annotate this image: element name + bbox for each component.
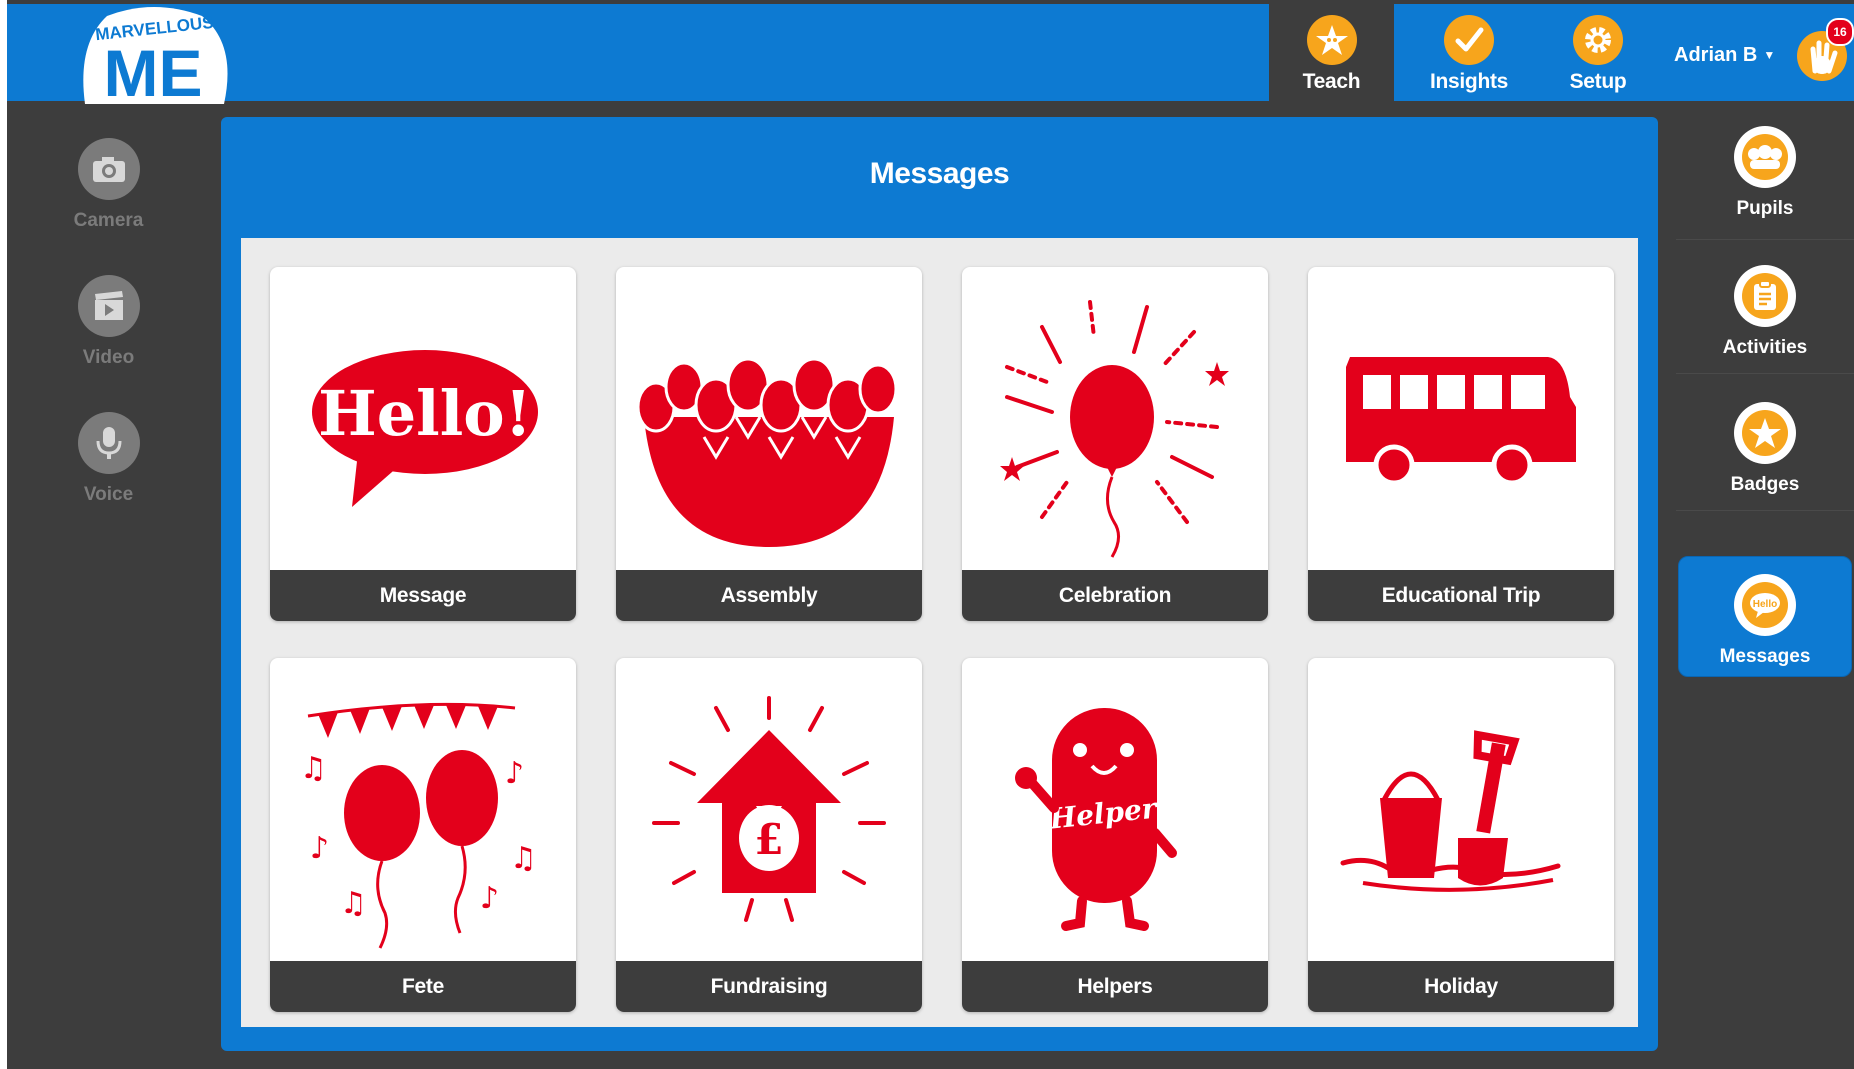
card-label: Holiday [1308, 961, 1614, 1012]
card-label: Assembly [616, 570, 922, 621]
user-name-dropdown[interactable]: Adrian B ▼ [1674, 44, 1775, 67]
celebration-balloon-icon [1000, 300, 1229, 558]
svg-text:♪: ♪ [310, 831, 329, 866]
chevron-down-icon: ▼ [1763, 48, 1776, 62]
svg-text:♫: ♫ [300, 751, 327, 786]
sidebar-item-activities[interactable]: Activities [1676, 265, 1854, 374]
hello-speech-bubble-icon: Hello! [312, 350, 538, 507]
sidebar-item-label: Video [82, 347, 135, 368]
page-edge [0, 0, 7, 1069]
nav-teach[interactable]: Teach [1269, 4, 1394, 101]
card-fete[interactable]: ♫ ♪ ♪ ♫ ♫ ♪ Fete [270, 658, 576, 1012]
messages-panel: Messages Hello! Message Assembly Celebra… [221, 117, 1658, 1051]
badge-icon [1734, 402, 1796, 464]
sidebar-item-label: Pupils [1736, 198, 1794, 219]
video-icon [77, 275, 140, 337]
assembly-crowd-icon [636, 357, 898, 547]
bucket-spade-icon [1340, 730, 1561, 892]
gear-icon [1573, 15, 1623, 65]
svg-text:ME: ME [104, 36, 203, 104]
card-label: Fete [270, 961, 576, 1012]
card-educational-trip[interactable]: Educational Trip [1308, 267, 1614, 621]
card-fundraising[interactable]: £ Fundraising [616, 658, 922, 1012]
svg-text:♫: ♫ [510, 841, 537, 876]
card-label: Fundraising [616, 961, 922, 1012]
card-label: Educational Trip [1308, 570, 1614, 621]
card-holiday[interactable]: Holiday [1308, 658, 1614, 1012]
sidebar-item-camera[interactable]: Camera [7, 138, 210, 232]
card-celebration[interactable]: Celebration [962, 267, 1268, 621]
fete-balloons-icon: ♫ ♪ ♪ ♫ ♫ ♪ [300, 702, 537, 949]
card-label: Helpers [962, 961, 1268, 1012]
top-bar: MARVELLOUS ME Teach Insights Setup Adria… [7, 4, 1854, 110]
clipboard-icon [1734, 265, 1796, 327]
sidebar-item-messages[interactable]: Hello Messages [1678, 556, 1852, 677]
card-label: Celebration [962, 570, 1268, 621]
card-helpers[interactable]: Helper Helpers [962, 658, 1268, 1012]
marvellous-me-logo[interactable]: MARVELLOUS ME [77, 4, 232, 110]
sidebar-item-label: Activities [1722, 337, 1808, 358]
svg-text:Hello: Hello [1753, 599, 1777, 610]
user-menu: Adrian B ▼ 16 [1667, 4, 1854, 101]
svg-text:♪: ♪ [480, 881, 499, 916]
sidebar-item-pupils[interactable]: Pupils [1676, 101, 1854, 240]
sidebar-item-video[interactable]: Video [7, 275, 210, 369]
card-message[interactable]: Hello! Message [270, 267, 576, 621]
svg-text:♪: ♪ [505, 756, 524, 791]
nav-setup-label: Setup [1569, 70, 1627, 93]
page-title: Messages [869, 157, 1010, 190]
sidebar-item-badges[interactable]: Badges [1676, 402, 1854, 511]
sidebar-item-label: Badges [1730, 474, 1800, 495]
sidebar-item-voice[interactable]: Voice [7, 412, 210, 506]
check-icon [1444, 15, 1494, 65]
star-icon [1306, 15, 1357, 65]
nav-teach-label: Teach [1302, 70, 1361, 93]
notification-badge[interactable]: 16 [1826, 18, 1854, 46]
nav-setup[interactable]: Setup [1537, 4, 1659, 101]
helper-character-icon: Helper [1015, 708, 1177, 931]
microphone-icon [77, 412, 140, 474]
svg-text:Hello!: Hello! [318, 377, 532, 450]
nav-insights-label: Insights [1429, 70, 1509, 93]
svg-text:£: £ [754, 815, 783, 864]
card-assembly[interactable]: Assembly [616, 267, 922, 621]
nav-insights[interactable]: Insights [1405, 4, 1533, 101]
svg-text:♫: ♫ [340, 886, 367, 921]
bus-icon [1346, 357, 1576, 486]
fundraising-house-icon: £ [652, 696, 886, 922]
pupils-icon [1734, 126, 1796, 188]
sidebar-item-label: Camera [73, 210, 144, 231]
sidebar-item-label: Messages [1719, 646, 1811, 667]
message-type-grid: Hello! Message Assembly Celebration Educ… [241, 238, 1638, 1027]
card-label: Message [270, 570, 576, 621]
sidebar-item-label: Voice [83, 484, 134, 505]
hello-speech-icon: Hello [1734, 574, 1796, 636]
camera-icon [77, 138, 140, 200]
